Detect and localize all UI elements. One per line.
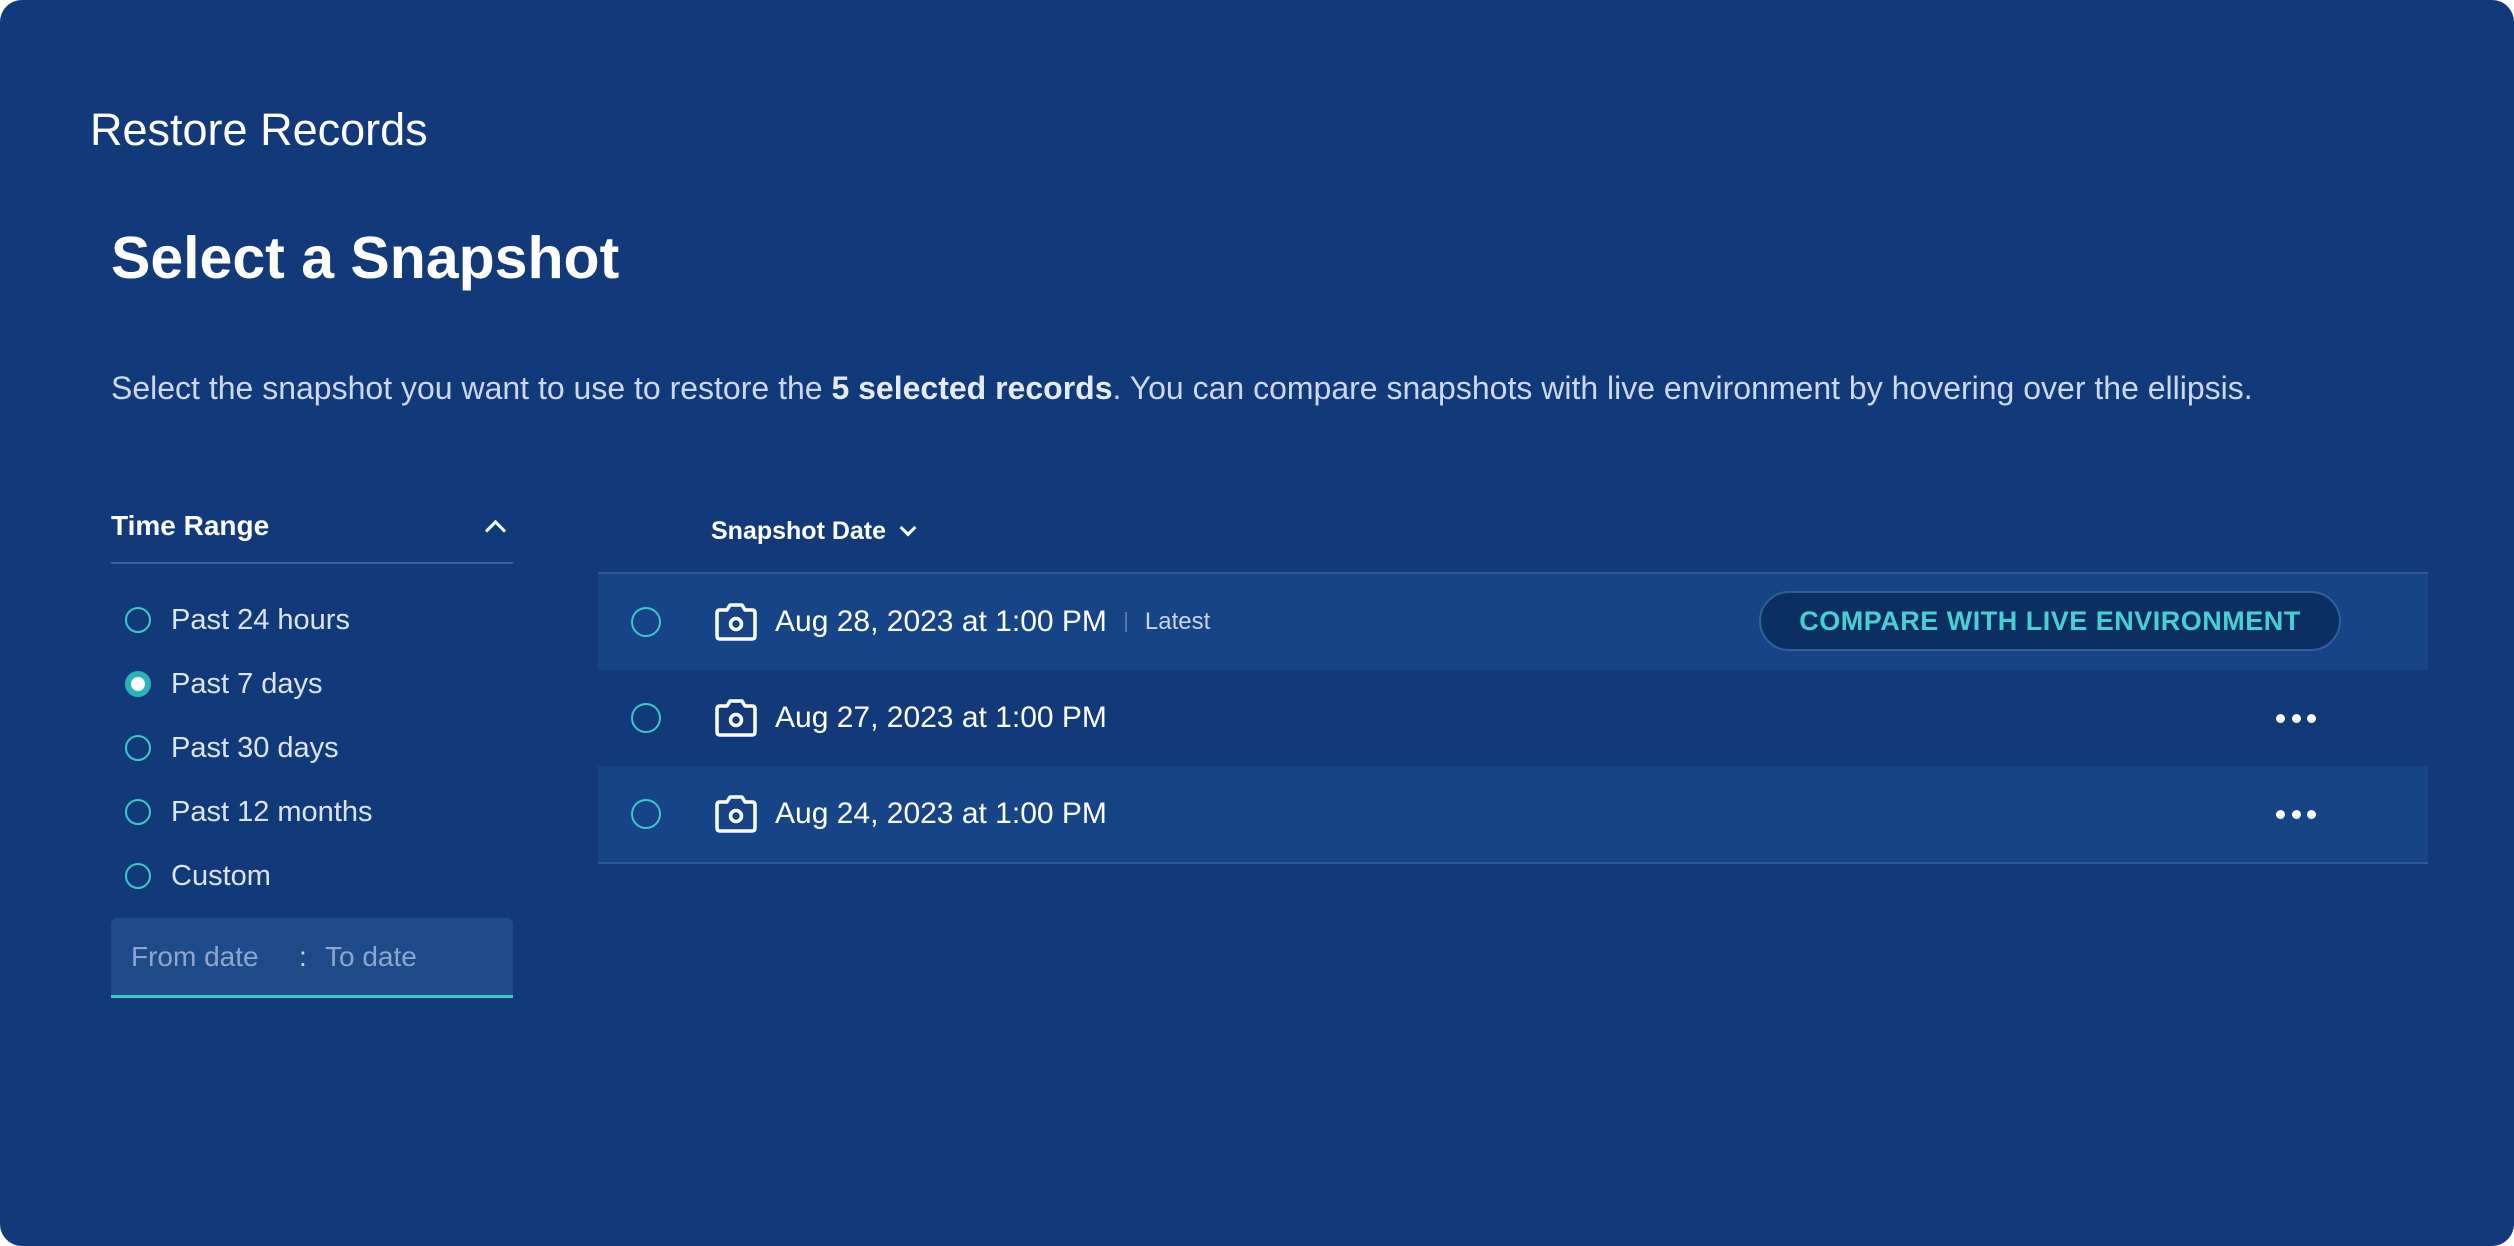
time-range-option-custom[interactable]: Custom [111,844,513,908]
snapshot-radio[interactable] [631,703,661,733]
custom-date-range: From date : To date [111,918,513,998]
selected-records-count: 5 selected records [831,370,1113,406]
camera-icon [715,793,757,835]
radio-button[interactable] [125,735,151,761]
snapshot-date: Aug 28, 2023 at 1:00 PM [775,605,1107,638]
time-range-option-past-7-days[interactable]: Past 7 days [111,652,513,716]
snapshot-row[interactable]: Aug 28, 2023 at 1:00 PM Latest COMPARE W… [598,574,2428,670]
camera-icon [715,697,757,739]
snapshot-row[interactable]: Aug 24, 2023 at 1:00 PM [598,766,2428,864]
more-options-icon[interactable] [2276,704,2316,732]
ellipsis-dot [2276,713,2285,723]
compare-with-live-environment-button[interactable]: COMPARE WITH LIVE ENVIRONMENT [1759,591,2341,651]
snapshot-date: Aug 24, 2023 at 1:00 PM [775,797,1107,830]
radio-button[interactable] [125,607,151,633]
time-range-options: Past 24 hours Past 7 days Past 30 days P… [111,588,513,908]
latest-tag: Latest [1144,608,1211,635]
ellipsis-dot [2307,809,2316,819]
time-range-option-past-30-days[interactable]: Past 30 days [111,716,513,780]
snapshot-radio[interactable] [631,607,661,637]
time-range-option-past-12-months[interactable]: Past 12 months [111,780,513,844]
option-label: Custom [171,859,271,892]
from-date-input[interactable]: From date [131,941,291,973]
option-label: Past 12 months [171,795,373,828]
option-label: Past 30 days [171,731,339,764]
time-range-title: Time Range [111,510,270,541]
to-date-input[interactable]: To date [325,941,485,973]
snapshot-table: Snapshot Date Aug 28, 2023 at 1:00 PM La… [598,490,2428,864]
radio-button-selected[interactable] [125,671,151,697]
snapshot-date: Aug 27, 2023 at 1:00 PM [775,701,1107,734]
time-range-filter: Time Range Past 24 hours Past 7 days Pas… [111,490,513,998]
sort-snapshot-date[interactable]: Snapshot Date [711,516,917,546]
restore-records-dialog: Restore Records Select a Snapshot Select… [0,0,2514,1246]
column-header-snapshot-date: Snapshot Date [711,516,887,545]
window-title: Restore Records [90,104,428,155]
camera-icon [715,601,757,643]
time-range-toggle[interactable]: Time Range [111,490,513,564]
radio-button[interactable] [125,863,151,889]
ellipsis-dot [2276,809,2285,819]
table-header: Snapshot Date [598,490,2428,574]
page-heading: Select a Snapshot [111,225,620,291]
ellipsis-dot [2291,809,2301,819]
chevron-up-icon [484,519,507,541]
page-description: Select the snapshot you want to use to r… [111,366,2253,410]
ellipsis-dot [2291,713,2301,723]
date-range-separator: : [299,940,307,972]
snapshot-row[interactable]: Aug 27, 2023 at 1:00 PM [598,670,2428,766]
description-text-after: . You can compare snapshots with live en… [1112,370,2253,406]
snapshot-radio[interactable] [631,799,661,829]
description-text-before: Select the snapshot you want to use to r… [111,370,832,406]
radio-button[interactable] [125,799,151,825]
ellipsis-dot [2307,713,2316,723]
more-options-icon[interactable] [2276,800,2316,828]
time-range-option-past-24-hours[interactable]: Past 24 hours [111,588,513,652]
chevron-down-icon [899,519,917,537]
option-label: Past 24 hours [171,603,350,636]
option-label: Past 7 days [171,667,323,700]
tag-divider [1124,612,1127,632]
